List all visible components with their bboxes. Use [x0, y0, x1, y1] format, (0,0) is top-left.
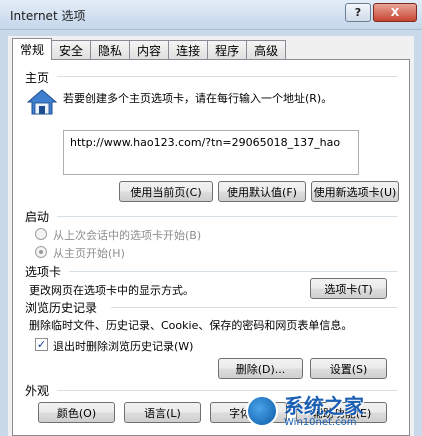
- use-current-button[interactable]: 使用当前页(C): [119, 181, 213, 202]
- radio-last-session-label: 从上次会话中的选项卡开始(B): [53, 229, 202, 242]
- tab-programs[interactable]: 程序: [207, 40, 248, 60]
- history-description: 删除临时文件、历史记录、Cookie、保存的密码和网页表单信息。: [29, 319, 353, 332]
- home-description: 若要创建多个主页选项卡，请在每行输入一个地址(R)。: [63, 92, 333, 105]
- tab-connections[interactable]: 连接: [168, 40, 209, 60]
- appearance-section-title: 外观: [25, 384, 50, 398]
- delete-on-exit-checkbox[interactable]: ✓: [35, 338, 48, 351]
- tab-security[interactable]: 安全: [51, 40, 92, 60]
- history-settings-button[interactable]: 设置(S): [310, 358, 387, 379]
- watermark-title: 系统之家: [284, 393, 364, 418]
- tabs-settings-button[interactable]: 选项卡(T): [310, 278, 387, 299]
- delete-on-exit-label: 退出时删除浏览历史记录(W): [53, 340, 194, 353]
- use-new-tab-button[interactable]: 使用新选项卡(U): [311, 181, 399, 202]
- startup-section-title: 启动: [25, 210, 50, 224]
- help-button[interactable]: ?: [345, 3, 371, 22]
- general-panel: 主页 若要创建多个主页选项卡，请在每行输入一个地址(R)。 http://www…: [12, 59, 410, 436]
- radio-home-page-label: 从主页开始(H): [53, 247, 125, 260]
- history-section-title: 浏览历史记录: [25, 301, 98, 315]
- tabs-separator: [69, 271, 397, 272]
- tab-content[interactable]: 内容: [129, 40, 170, 60]
- tab-general[interactable]: 常规: [12, 38, 53, 60]
- close-button[interactable]: X: [373, 3, 417, 22]
- radio-last-session[interactable]: [35, 228, 47, 240]
- watermark-logo-icon: [246, 395, 278, 427]
- home-page-url-input[interactable]: http://www.hao123.com/?tn=29065018_137_h…: [63, 130, 359, 175]
- tab-privacy[interactable]: 隐私: [90, 40, 131, 60]
- history-separator: [111, 307, 397, 308]
- colors-button[interactable]: 颜色(O): [38, 402, 115, 423]
- tab-advanced[interactable]: 高级: [246, 40, 287, 60]
- home-separator: [57, 76, 397, 77]
- radio-home-page[interactable]: [35, 246, 47, 258]
- startup-separator: [57, 216, 397, 217]
- delete-history-button[interactable]: 删除(D)...: [218, 358, 303, 379]
- title-bar: Internet 选项 ? X: [0, 0, 422, 30]
- watermark-subtitle: Win10net.com: [284, 416, 357, 428]
- watermark: 系统之家 Win10net.com: [246, 388, 418, 434]
- internet-options-dialog: 常规 安全 隐私 内容 连接 程序 高级 主页 若要创建多个主页选项卡，请在每行…: [8, 36, 414, 436]
- use-default-button[interactable]: 使用默认值(F): [218, 181, 306, 202]
- home-section-title: 主页: [25, 71, 50, 85]
- tabs-description: 更改网页在选项卡中的显示方式。: [29, 284, 194, 297]
- home-page-url-value: http://www.hao123.com/?tn=29065018_137_h…: [70, 136, 341, 149]
- house-icon: [27, 89, 57, 115]
- window-title: Internet 选项: [10, 9, 86, 23]
- tabs-section-title: 选项卡: [25, 265, 62, 279]
- tab-strip: 常规 安全 隐私 内容 连接 程序 高级: [12, 38, 287, 60]
- languages-button[interactable]: 语言(L): [124, 402, 201, 423]
